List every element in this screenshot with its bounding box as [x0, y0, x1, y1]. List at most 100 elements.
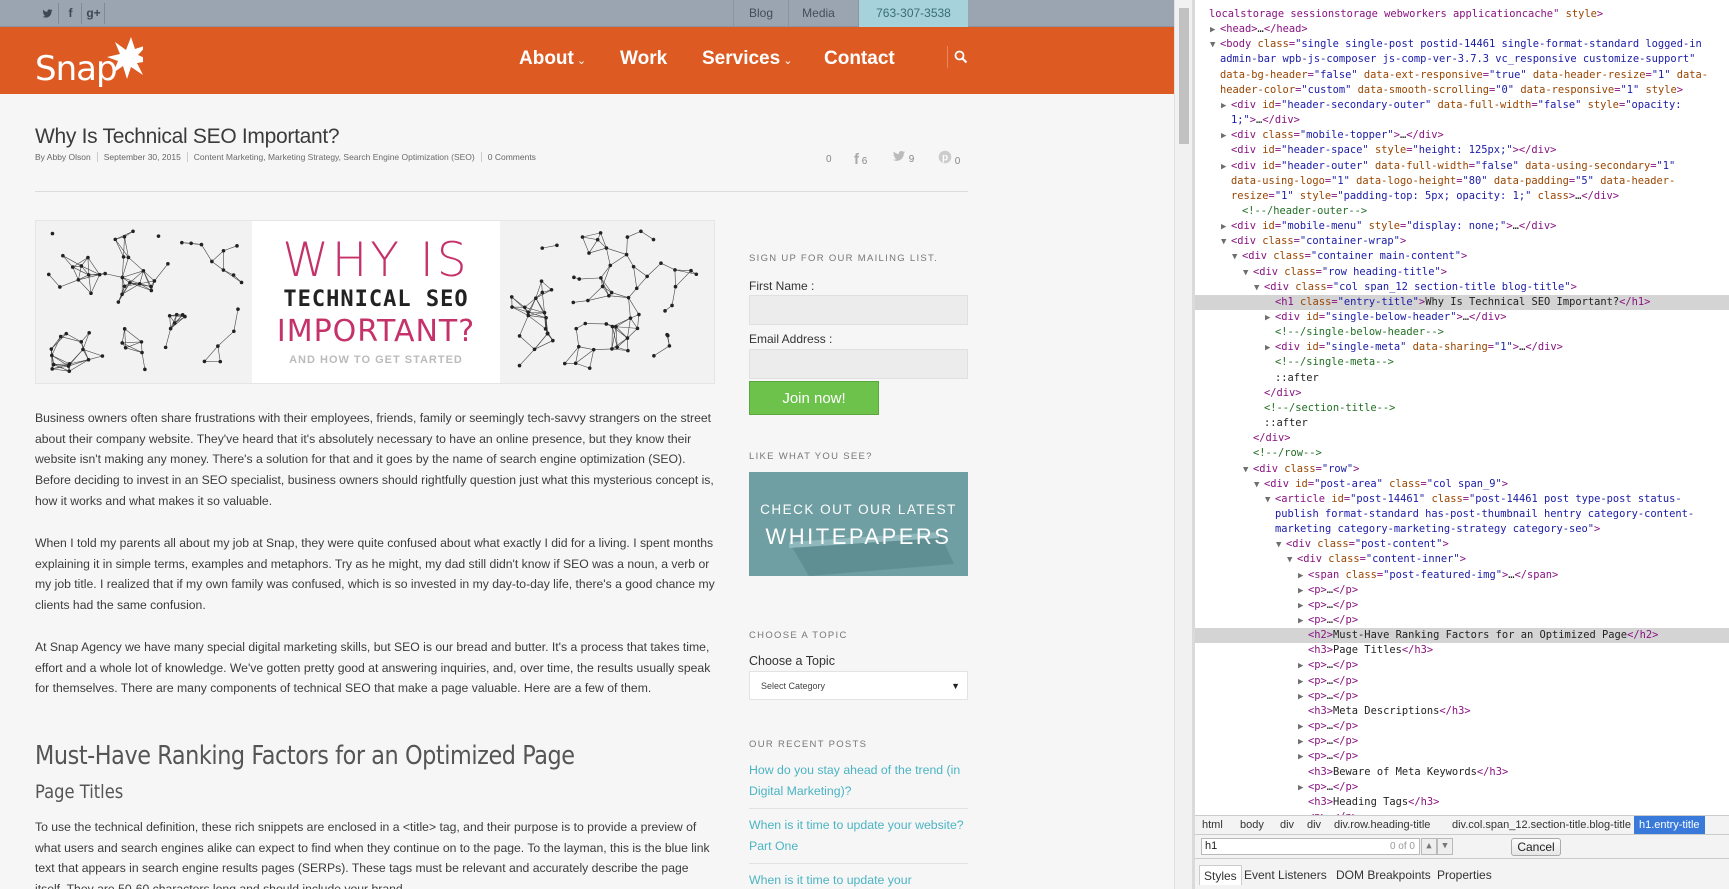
dom-node[interactable]: ▼ <div class="container main-content"> — [1195, 249, 1729, 264]
collapsed-triangle-icon[interactable]: ▶ — [1298, 781, 1308, 796]
blog-link[interactable]: Blog — [733, 0, 788, 27]
collapsed-triangle-icon[interactable]: ▶ — [1298, 614, 1308, 629]
email-field[interactable] — [749, 349, 968, 379]
dom-node[interactable]: <!--/single-below-header--> — [1195, 325, 1729, 340]
find-input[interactable]: h1 0 of 0 — [1201, 838, 1420, 855]
dom-node[interactable]: ▶<p>…</p> — [1195, 719, 1729, 734]
post-categories[interactable]: Content Marketing, Marketing Strategy, S… — [187, 152, 482, 162]
dom-node[interactable]: 1;">…</div> — [1195, 113, 1729, 128]
breadcrumb-item[interactable]: div — [1302, 816, 1326, 834]
collapsed-triangle-icon[interactable]: ▶ — [1298, 720, 1308, 735]
dom-node[interactable]: ▼ <div class="row"> — [1195, 462, 1729, 477]
dom-node[interactable]: <h3>Beware of Meta Keywords</h3> — [1195, 765, 1729, 780]
collapsed-triangle-icon[interactable]: ▶ — [1265, 341, 1275, 356]
collapsed-triangle-icon[interactable]: ▶ — [1298, 750, 1308, 765]
dom-node[interactable]: ▶<p>…</p> — [1195, 658, 1729, 673]
facebook-icon[interactable]: f — [60, 3, 82, 24]
tab-styles[interactable]: Styles — [1199, 865, 1242, 885]
expanded-triangle-icon[interactable]: ▼ — [1210, 38, 1220, 53]
collapsed-triangle-icon[interactable]: ▶ — [1298, 584, 1308, 599]
dom-node[interactable]: ▶<p>…</p> — [1195, 780, 1729, 795]
collapsed-triangle-icon[interactable]: ▶ — [1298, 690, 1308, 705]
nav-contact[interactable]: Contact — [824, 48, 895, 70]
dom-node[interactable]: ▼ <div class="container-wrap"> — [1195, 234, 1729, 249]
dom-node[interactable]: data-bg-header="false" data-ext-responsi… — [1195, 68, 1729, 83]
dom-node[interactable]: marketing category-marketing-strategy ca… — [1195, 522, 1729, 537]
dom-node[interactable]: ▼ <div class="post-content"> — [1195, 537, 1729, 552]
share-twitter[interactable]: 9 — [892, 150, 914, 168]
dom-node[interactable]: </div> — [1195, 431, 1729, 446]
collapsed-triangle-icon[interactable]: ▶ — [1221, 99, 1231, 114]
search-icon[interactable] — [947, 46, 969, 68]
phone-link[interactable]: 763-307-3538 — [858, 0, 968, 27]
cancel-button[interactable]: Cancel — [1511, 838, 1561, 856]
tab-event-listeners[interactable]: Event Listeners — [1240, 865, 1331, 885]
dom-node[interactable]: ▶<p>…</p> — [1195, 749, 1729, 764]
expanded-triangle-icon[interactable]: ▼ — [1254, 478, 1264, 493]
expanded-triangle-icon[interactable]: ▼ — [1254, 281, 1264, 296]
dom-node-selected[interactable]: <h1 class="entry-title">Why Is Technical… — [1195, 294, 1729, 310]
dom-node[interactable]: <div id="header-space" style="height: 12… — [1195, 143, 1729, 158]
tab-properties[interactable]: Properties — [1433, 865, 1496, 885]
collapsed-triangle-icon[interactable]: ▶ — [1210, 23, 1220, 38]
collapsed-triangle-icon[interactable]: ▶ — [1298, 735, 1308, 750]
dom-node[interactable]: ▼ <div class="content-inner"> — [1195, 552, 1729, 567]
dom-node[interactable]: ▶ <head>…</head> — [1195, 22, 1729, 37]
expanded-triangle-icon[interactable]: ▼ — [1221, 235, 1231, 250]
dom-node[interactable]: ▶<p>…</p> — [1195, 613, 1729, 628]
collapsed-triangle-icon[interactable]: ▶ — [1298, 675, 1308, 690]
page-scrollbar[interactable] — [1174, 0, 1192, 889]
collapsed-triangle-icon[interactable]: ▶ — [1298, 599, 1308, 614]
dom-node[interactable]: ▼ <div class="row heading-title"> — [1195, 265, 1729, 280]
dom-node[interactable]: ▶ <div id="mobile-menu" style="display: n… — [1195, 219, 1729, 234]
nav-work[interactable]: Work — [620, 48, 667, 70]
dom-node[interactable]: ▶ <div id="header-secondary-outer" data-f… — [1195, 98, 1729, 113]
dom-node[interactable]: </div> — [1195, 386, 1729, 401]
breadcrumb-item[interactable]: div.col.span_12.section-title.blog-title — [1447, 816, 1636, 834]
dom-node[interactable]: ▼ <body class="single single-post postid-… — [1195, 37, 1729, 52]
expanded-triangle-icon[interactable]: ▼ — [1287, 553, 1297, 568]
share-pinterest[interactable]: p 0 — [938, 150, 960, 168]
collapsed-triangle-icon[interactable]: ▶ — [1298, 569, 1308, 584]
dom-node[interactable]: <h3>Page Titles</h3> — [1195, 643, 1729, 658]
dom-node[interactable]: <h3>Meta Descriptions</h3> — [1195, 704, 1729, 719]
dom-node[interactable]: <!--/single-meta--> — [1195, 355, 1729, 370]
dom-node[interactable]: data-using-logo="1" data-logo-height="80… — [1195, 174, 1729, 189]
expanded-triangle-icon[interactable]: ▼ — [1265, 493, 1275, 508]
dom-node[interactable]: ::after — [1195, 371, 1729, 386]
breadcrumb-item[interactable]: div.row.heading-title — [1329, 816, 1435, 834]
find-next-button[interactable]: ▼ — [1437, 838, 1453, 855]
scrollbar-thumb[interactable] — [1179, 8, 1189, 144]
dom-node[interactable]: <!--/section-title--> — [1195, 401, 1729, 416]
dom-node[interactable]: ▼ <article id="post-14461" class="post-14… — [1195, 492, 1729, 507]
dom-node[interactable]: ▼ <div class="col span_12 section-title b… — [1195, 280, 1729, 295]
collapsed-triangle-icon[interactable]: ▶ — [1265, 311, 1275, 326]
collapsed-triangle-icon[interactable]: ▶ — [1221, 220, 1231, 235]
dom-node[interactable]: ::after — [1195, 416, 1729, 431]
breadcrumb-item[interactable]: body — [1235, 816, 1269, 834]
collapsed-triangle-icon[interactable]: ▶ — [1298, 659, 1308, 674]
first-name-field[interactable] — [749, 295, 968, 325]
dom-node[interactable]: publish format-standard has-post-thumbna… — [1195, 507, 1729, 522]
post-author[interactable]: By Abby Olson — [35, 152, 98, 162]
google-plus-icon[interactable]: g+ — [83, 3, 105, 24]
dom-node[interactable]: resize="1" style="padding-top: 5px; opac… — [1195, 189, 1729, 204]
dom-node[interactable]: ▶ <div class="mobile-topper">…</div> — [1195, 128, 1729, 143]
dom-node[interactable]: <!--/row--> — [1195, 446, 1729, 461]
collapsed-triangle-icon[interactable]: ▶ — [1221, 129, 1231, 144]
breadcrumb-item-selected[interactable]: h1.entry-title — [1634, 816, 1705, 834]
dom-node[interactable]: ▶<p>…</p> — [1195, 583, 1729, 598]
find-previous-button[interactable]: ▲ — [1421, 838, 1437, 855]
recent-post-link[interactable]: When is it time to update your website? … — [749, 815, 968, 856]
dom-node[interactable]: ▶ <div id="single-below-header">…</div> — [1195, 310, 1729, 325]
whitepapers-banner[interactable]: CHECK OUT OUR LATEST WHITEPAPERS — [749, 472, 968, 576]
nav-about[interactable]: About ⌄ — [519, 48, 586, 70]
tab-dom-breakpoints[interactable]: DOM Breakpoints — [1332, 865, 1435, 885]
dom-node[interactable]: ▶<p>…</p> — [1195, 598, 1729, 613]
dom-node[interactable]: ▶<p>…</p> — [1195, 734, 1729, 749]
dom-node[interactable]: ▶ <div id="single-meta" data-sharing="1">… — [1195, 340, 1729, 355]
post-comments[interactable]: 0 Comments — [482, 152, 542, 162]
collapsed-triangle-icon[interactable]: ▶ — [1221, 160, 1231, 175]
expanded-triangle-icon[interactable]: ▼ — [1243, 266, 1253, 281]
dom-node[interactable]: <h3>Heading Tags</h3> — [1195, 795, 1729, 810]
